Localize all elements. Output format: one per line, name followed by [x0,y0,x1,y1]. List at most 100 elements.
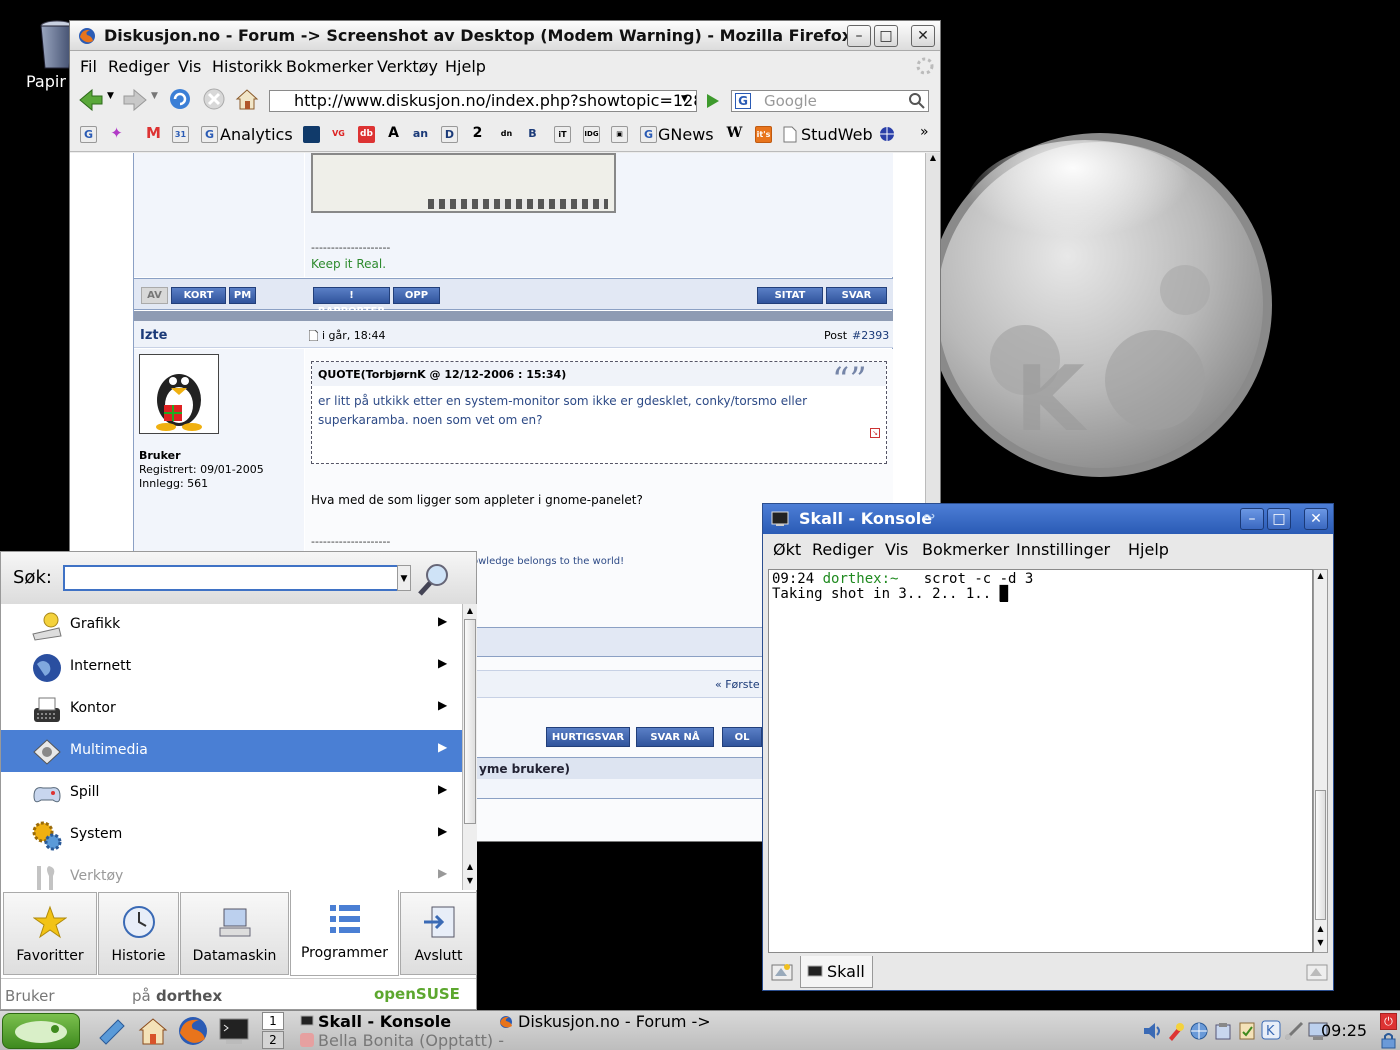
tab-avslutt[interactable]: Avslutt [400,892,477,975]
bookmark-google-icon[interactable]: G [80,126,97,143]
updater-icon[interactable] [1237,1021,1257,1041]
first-page-link[interactable]: « Første [715,678,760,691]
scroll-up-icon[interactable]: ▲ [927,153,939,167]
bookmark-wikipedia-icon[interactable]: W [726,126,743,143]
bookmark-d-icon[interactable]: D [441,126,458,143]
forward-dropdown-icon[interactable]: ▼ [151,91,158,101]
clipboard-icon[interactable] [1213,1021,1233,1041]
menu-item-multimedia[interactable]: Multimedia ▶ [1,730,462,772]
post-author[interactable]: Izte [140,328,167,343]
menu-fil[interactable]: Fil [80,57,97,76]
search-icon[interactable] [908,92,926,110]
bookmark-bt-icon[interactable]: B [524,126,541,143]
firefox-launcher-icon[interactable] [177,1015,209,1047]
konsole-minimize-button[interactable]: – [1240,508,1264,530]
bookmark-its-icon[interactable]: it's [755,126,772,143]
task-bella[interactable]: Bella Bonita (Opptatt) - [296,1031,504,1050]
menu-rediger[interactable]: Rediger [812,540,873,559]
menu-item-kontor[interactable]: Kontor ▶ [1,688,462,730]
url-dropdown-icon[interactable]: ▼ [681,94,688,104]
start-menu-scroll-thumb[interactable] [464,619,476,824]
svar-button[interactable]: SVAR [826,287,887,304]
menu-verktoy[interactable]: Verktøy [377,57,438,76]
close-session-icon[interactable] [1306,962,1328,982]
url-input[interactable]: http://www.diskusjon.no/index.php?showto… [269,90,697,112]
post-number-link[interactable]: #2393 [852,329,889,342]
maximize-button[interactable]: □ [874,25,898,47]
av-button[interactable]: AV [141,287,168,304]
kde-wallet-icon[interactable]: K [1260,1019,1282,1041]
menu-okt[interactable]: Økt [773,540,801,559]
bookmark-calendar-icon[interactable]: 31 [172,126,189,143]
bookmark-idg-icon[interactable]: IDG [583,126,600,143]
menu-item-system[interactable]: System ▶ [1,814,462,856]
lock-screen-icon[interactable] [1380,1032,1397,1049]
bookmark-gmail-icon[interactable]: M [145,126,162,143]
bookmark-analytics-icon[interactable]: G [201,126,218,143]
menu-innstillinger[interactable]: Innstillinger [1016,540,1110,559]
menu-hjelp[interactable]: Hjelp [445,57,486,76]
menu-rediger[interactable]: Rediger [108,57,169,76]
bookmark-studweb[interactable]: StudWeb [801,125,873,144]
bookmark-kbd-icon[interactable]: ▣ [611,126,628,143]
menu-historikk[interactable]: Historikk [212,57,282,76]
terminal-scroll-thumb[interactable] [1315,790,1326,920]
wireless-icon[interactable] [1284,1021,1304,1041]
rapporter-button[interactable]: ! RAPPORTER [313,287,390,317]
google-engine-icon[interactable]: G [735,93,751,109]
opp-button[interactable]: OPP [393,287,440,304]
task-konsole[interactable]: Skall - Konsole [296,1012,491,1031]
scroll-up-icon-2[interactable]: ▲ [1315,924,1326,936]
quote-link-icon[interactable]: ↘ [870,428,880,438]
menu-bokmerker[interactable]: Bokmerker [922,540,1009,559]
new-session-icon[interactable] [771,962,793,982]
bookmark-site-icon[interactable] [303,126,320,143]
bookmark-page-icon[interactable] [783,126,797,143]
konsole-titlebar[interactable]: Skall - Konsole ∾ – □ ✕ [763,504,1333,534]
task-firefox[interactable]: Diskusjon.no - Forum -> [496,1012,711,1031]
minimize-button[interactable]: – [847,25,871,47]
start-menu-scrollbar[interactable]: ▲ ▲ ▼ [462,604,477,890]
terminal-scrollbar[interactable]: ▲ ▲ ▼ [1313,569,1328,953]
embedded-screenshot-image[interactable] [311,153,616,213]
scroll-up-icon[interactable]: ▲ [464,606,476,615]
bookmark-dn-icon[interactable]: dn [498,126,515,143]
konsole-maximize-button[interactable]: □ [1267,508,1291,530]
stop-icon[interactable] [202,87,226,111]
konsole-launcher-icon[interactable] [218,1016,250,1046]
menu-item-internett[interactable]: Internett ▶ [1,646,462,688]
bookmark-db-icon[interactable]: db [358,126,375,143]
home-folder-icon[interactable] [137,1016,169,1046]
kort-button[interactable]: KORT [171,287,226,304]
bookmark-gnews-icon[interactable]: G [640,126,657,143]
home-icon[interactable] [235,87,259,111]
menu-vis[interactable]: Vis [178,57,201,76]
bookmark-it-icon[interactable]: iT [554,126,571,143]
go-icon[interactable] [703,91,723,111]
back-icon[interactable] [78,87,104,113]
desktop-2-button[interactable]: 2 [262,1031,284,1049]
tab-programmer[interactable]: Programmer [290,890,399,976]
logout-power-icon[interactable]: ⏻ [1380,1013,1397,1030]
firefox-titlebar[interactable]: Diskusjon.no - Forum -> Screenshot av De… [70,21,940,51]
bookmark-analytics[interactable]: Analytics [220,125,293,144]
tab-skall[interactable]: Skall [800,956,873,988]
more-button[interactable]: OL [722,727,762,747]
menu-bokmerker[interactable]: Bokmerker [286,57,373,76]
scroll-down-icon[interactable]: ▼ [464,876,476,885]
reload-icon[interactable] [168,87,192,111]
search-icon[interactable] [417,562,453,598]
search-input[interactable]: Google [731,90,929,112]
forward-icon[interactable] [122,87,148,113]
network-globe-icon[interactable] [1189,1021,1209,1041]
konsole-close-button[interactable]: ✕ [1304,508,1328,530]
sitat-button[interactable]: SITAT [757,287,823,304]
bookmark-an-icon[interactable]: an [412,126,429,143]
menu-item-grafikk[interactable]: Grafikk ▶ [1,604,462,646]
bookmark-aftenposten-icon[interactable]: A [385,126,402,143]
desktop-1-button[interactable]: 1 [262,1012,284,1030]
show-desktop-icon[interactable] [96,1016,128,1046]
start-menu-search-input[interactable] [63,565,411,591]
back-dropdown-icon[interactable]: ▼ [107,91,114,101]
volume-icon[interactable] [1142,1021,1162,1041]
